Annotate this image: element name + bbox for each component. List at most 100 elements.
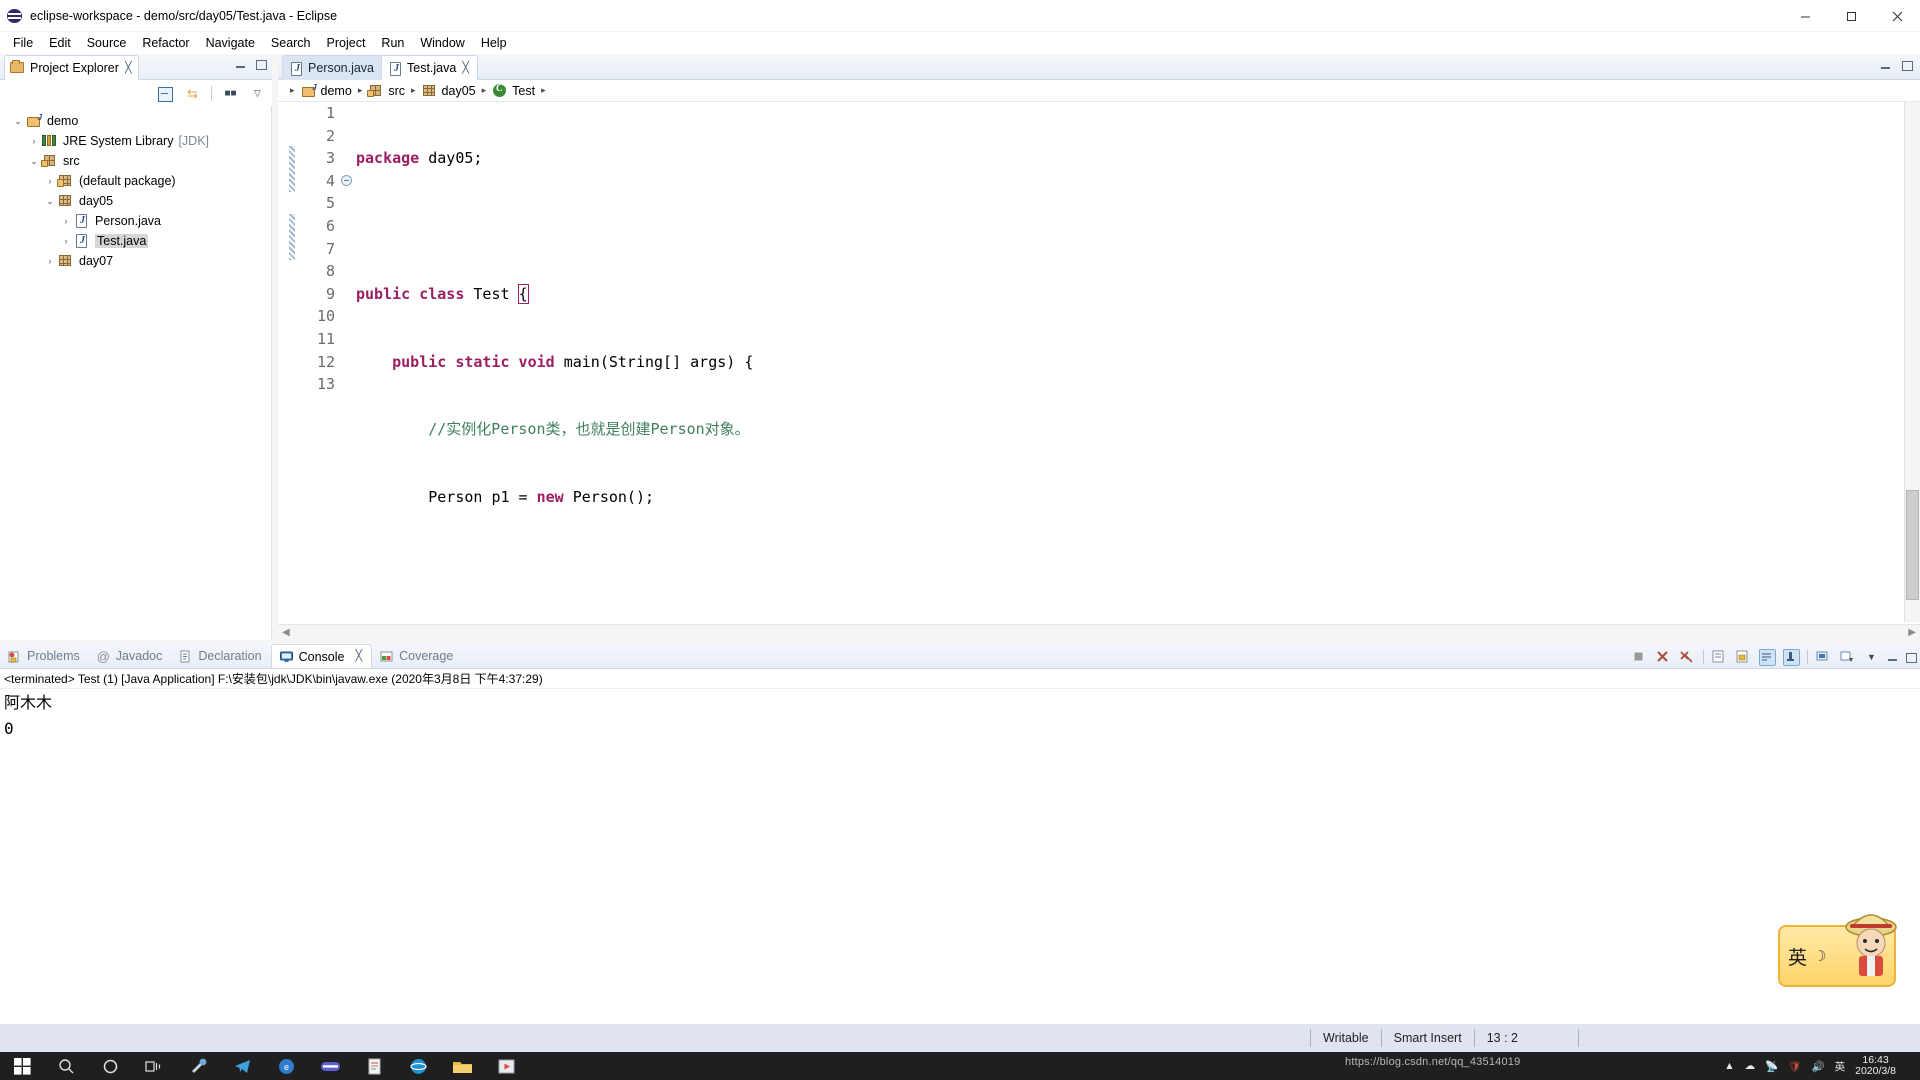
view-menu-icon[interactable]: ■■ xyxy=(222,85,239,102)
collapse-all-icon[interactable] xyxy=(157,85,174,102)
scroll-lock-icon[interactable] xyxy=(1735,649,1752,666)
chevron-down-icon[interactable]: ⌄ xyxy=(26,156,42,167)
taskbar-app-explorer[interactable] xyxy=(440,1052,484,1080)
menu-navigate[interactable]: Navigate xyxy=(198,34,263,52)
tray-network-icon[interactable]: 📡 xyxy=(1765,1060,1778,1073)
breadcrumb-item-demo[interactable]: J demo xyxy=(301,83,352,99)
tree-item-demo[interactable]: ⌄ J demo xyxy=(0,111,271,131)
tab-person-java[interactable]: Person.java xyxy=(282,55,384,80)
tab-problems[interactable]: Problems xyxy=(0,644,89,668)
chevron-down-icon[interactable]: ▽ xyxy=(249,85,266,102)
tree-item-jre-system-library[interactable]: › JRE System Library [JDK] xyxy=(0,131,271,151)
package-icon xyxy=(57,173,75,189)
tree-item-src[interactable]: ⌄ src xyxy=(0,151,271,171)
taskbar-clock[interactable]: 16:43 2020/3/8 xyxy=(1855,1055,1896,1077)
remove-launch-icon[interactable] xyxy=(1655,649,1672,666)
close-icon[interactable]: ╳ xyxy=(125,62,132,74)
taskbar-app-chat[interactable]: e xyxy=(264,1052,308,1080)
maximize-button[interactable] xyxy=(1828,0,1874,32)
ime-floating-badge[interactable]: 英 ☽ xyxy=(1778,914,1897,987)
tab-javadoc[interactable]: @ Javadoc xyxy=(89,644,172,668)
cortana-icon[interactable] xyxy=(88,1052,132,1080)
minimize-icon[interactable] xyxy=(235,59,246,70)
chevron-right-icon[interactable]: › xyxy=(42,256,58,266)
remove-all-terminated-icon[interactable] xyxy=(1679,649,1696,666)
chevron-right-icon[interactable]: › xyxy=(42,176,58,186)
tray-onedrive-icon[interactable]: ☁ xyxy=(1745,1060,1756,1072)
close-icon[interactable]: ╳ xyxy=(355,651,362,662)
search-icon[interactable] xyxy=(44,1052,88,1080)
tree-item-test-java[interactable]: › Test.java xyxy=(0,231,271,251)
taskbar-app-browser[interactable] xyxy=(308,1052,352,1080)
scroll-left-icon[interactable]: ◀ xyxy=(282,627,290,638)
minimize-icon[interactable] xyxy=(1880,60,1891,71)
tab-declaration[interactable]: Declaration xyxy=(171,644,270,668)
pin-console-icon[interactable] xyxy=(1783,648,1800,666)
menu-search[interactable]: Search xyxy=(263,34,319,52)
start-button[interactable] xyxy=(0,1052,44,1080)
menu-edit[interactable]: Edit xyxy=(41,34,79,52)
close-icon[interactable]: ╳ xyxy=(462,62,469,74)
chevron-right-icon[interactable]: › xyxy=(26,136,42,146)
menu-run[interactable]: Run xyxy=(373,34,412,52)
tray-ime-icon[interactable]: 英 xyxy=(1835,1059,1846,1074)
svg-text:e: e xyxy=(283,1062,288,1072)
overview-ruler[interactable] xyxy=(1904,102,1920,622)
tree-item-day05[interactable]: ⌄ day05 xyxy=(0,191,271,211)
taskbar-app-tool[interactable] xyxy=(176,1052,220,1080)
clear-console-icon[interactable] xyxy=(1711,649,1728,666)
tree-item-default-package[interactable]: › (default package) xyxy=(0,171,271,191)
chevron-down-icon[interactable]: ▼ xyxy=(1863,649,1880,666)
close-button[interactable] xyxy=(1874,0,1920,32)
menu-window[interactable]: Window xyxy=(412,34,472,52)
maximize-icon[interactable] xyxy=(1901,60,1913,71)
breadcrumb-item-test[interactable]: Test xyxy=(492,83,535,99)
code-editor[interactable]: 1 2 3 4 5 6 7 8 9 10 11 12 13 package da… xyxy=(278,102,1920,622)
moon-icon[interactable]: ☽ xyxy=(1813,947,1826,965)
word-wrap-icon[interactable] xyxy=(1759,648,1776,666)
menu-refactor[interactable]: Refactor xyxy=(134,34,197,52)
chevron-down-icon[interactable]: ⌄ xyxy=(42,196,58,207)
tab-project-explorer[interactable]: Project Explorer ╳ xyxy=(4,55,139,80)
task-view-icon[interactable] xyxy=(132,1052,176,1080)
taskbar-app-notepad[interactable] xyxy=(352,1052,396,1080)
toolbar-separator xyxy=(1807,650,1808,664)
tree-item-day07[interactable]: › day07 xyxy=(0,251,271,271)
tab-console[interactable]: Console ╳ xyxy=(270,644,373,668)
console-output[interactable]: 阿木木 0 xyxy=(0,690,1920,1058)
chevron-right-icon[interactable]: › xyxy=(58,216,74,226)
chevron-right-icon[interactable]: › xyxy=(58,236,74,246)
minimize-button[interactable] xyxy=(1782,0,1828,32)
tree-item-person-java[interactable]: › Person.java xyxy=(0,211,271,231)
menu-project[interactable]: Project xyxy=(319,34,374,52)
taskbar-app-telegram[interactable] xyxy=(220,1052,264,1080)
terminate-icon[interactable] xyxy=(1631,649,1648,666)
tray-volume-icon[interactable]: 🔊 xyxy=(1812,1060,1825,1073)
maximize-icon[interactable] xyxy=(255,59,267,70)
code-text[interactable]: package day05; public class Test { publi… xyxy=(356,102,1903,622)
tray-expand-icon[interactable]: ▲ xyxy=(1724,1060,1734,1072)
show-desktop-button[interactable] xyxy=(1906,1060,1912,1072)
chevron-down-icon[interactable]: ⌄ xyxy=(10,116,26,127)
editor-horizontal-scrollbar[interactable]: ◀ ▶ xyxy=(278,624,1920,640)
breadcrumb-item-day05[interactable]: day05 xyxy=(422,83,476,99)
taskbar-app-media[interactable] xyxy=(484,1052,528,1080)
vertical-scrollbar-thumb[interactable] xyxy=(1906,490,1919,600)
link-with-editor-icon[interactable]: ⇆ xyxy=(184,85,201,102)
maximize-icon[interactable] xyxy=(1905,652,1917,663)
display-selected-console-icon[interactable] xyxy=(1815,649,1832,666)
menu-source[interactable]: Source xyxy=(79,34,135,52)
menu-help[interactable]: Help xyxy=(473,34,515,52)
tab-test-java[interactable]: Test.java ╳ xyxy=(381,55,478,80)
open-console-icon[interactable] xyxy=(1839,649,1856,666)
tab-coverage[interactable]: Coverage xyxy=(372,644,462,668)
matching-brace: { xyxy=(517,283,529,304)
ime-mode-label[interactable]: 英 xyxy=(1788,943,1807,970)
tray-shield-icon[interactable]: 🛡 xyxy=(1788,1060,1801,1073)
breadcrumb-item-src[interactable]: src xyxy=(367,83,405,99)
collapse-method-icon[interactable] xyxy=(341,175,352,186)
scroll-right-icon[interactable]: ▶ xyxy=(1908,627,1916,638)
menu-file[interactable]: File xyxy=(5,34,41,52)
taskbar-app-ie[interactable] xyxy=(396,1052,440,1080)
minimize-icon[interactable] xyxy=(1887,652,1898,663)
